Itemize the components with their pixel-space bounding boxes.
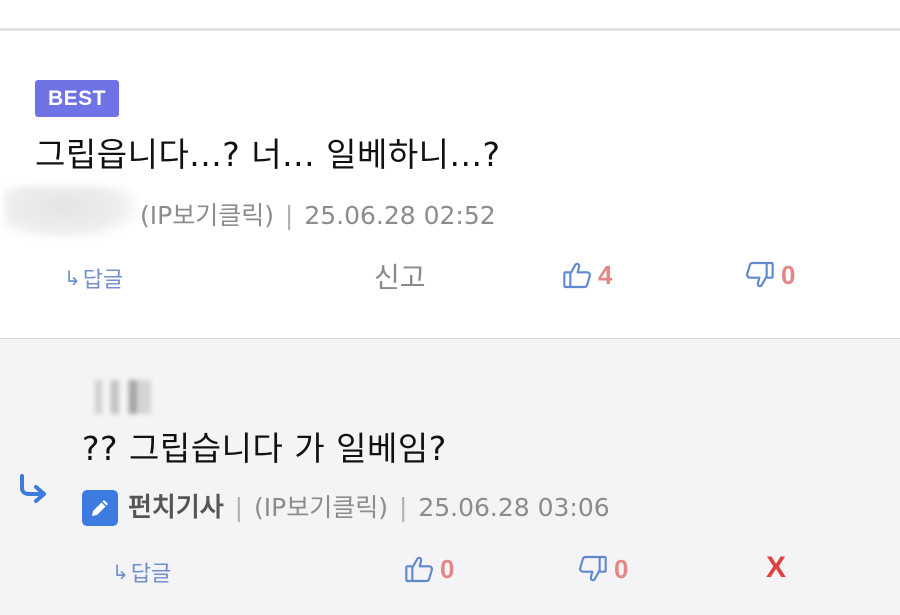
thumbs-up-icon [561, 259, 593, 291]
reply-label: 답글 [130, 562, 172, 587]
ip-view-link[interactable]: (IP보기클릭) [254, 493, 388, 522]
nested-reply-icon [16, 472, 50, 510]
comment-meta: (IP보기클릭) | 25.06.28 02:52 [140, 196, 496, 232]
meta-separator: | [398, 493, 408, 522]
reply-text: ?? 그립습니다 가 일베임? [82, 429, 447, 468]
delete-button[interactable]: X [766, 551, 786, 585]
reply-arrow-icon: ↳ [112, 560, 129, 584]
meta-separator: | [234, 493, 244, 522]
pencil-icon [82, 490, 118, 526]
thumbs-up-icon [403, 553, 435, 585]
reply-button[interactable]: ↳ 답글 [112, 556, 171, 588]
thumbs-down-icon [577, 553, 609, 585]
top-strip [0, 0, 900, 28]
top-divider [0, 28, 900, 31]
like-button[interactable]: 4 [561, 259, 612, 291]
like-count: 0 [440, 553, 455, 584]
dislike-count: 0 [614, 553, 629, 584]
reply-button[interactable]: ↳ 답글 [64, 262, 123, 294]
like-button[interactable]: 0 [403, 553, 454, 585]
ip-view-link[interactable]: (IP보기클릭) [140, 201, 274, 230]
report-button[interactable]: 신고 [374, 256, 426, 296]
like-count: 4 [598, 259, 613, 290]
meta-separator: | [284, 201, 294, 230]
reply-timestamp: 25.06.28 03:06 [418, 493, 610, 522]
reply-meta: 펀치기사 | (IP보기클릭) | 25.06.28 03:06 [128, 487, 610, 524]
reply-arrow-icon: ↳ [64, 266, 81, 290]
comment-timestamp: 25.06.28 02:52 [304, 201, 496, 230]
blurred-reply-target [95, 380, 165, 414]
blurred-author-name [4, 186, 136, 238]
reply-label: 답글 [82, 268, 124, 293]
dislike-button[interactable]: 0 [744, 259, 795, 291]
dislike-count: 0 [781, 259, 796, 290]
comment-text: 그립읍니다...? 너... 일베하니...? [35, 135, 501, 174]
best-badge: BEST [35, 80, 119, 117]
thumbs-down-icon [744, 259, 776, 291]
reply-author[interactable]: 펀치기사 [128, 493, 224, 523]
dislike-button[interactable]: 0 [577, 553, 628, 585]
